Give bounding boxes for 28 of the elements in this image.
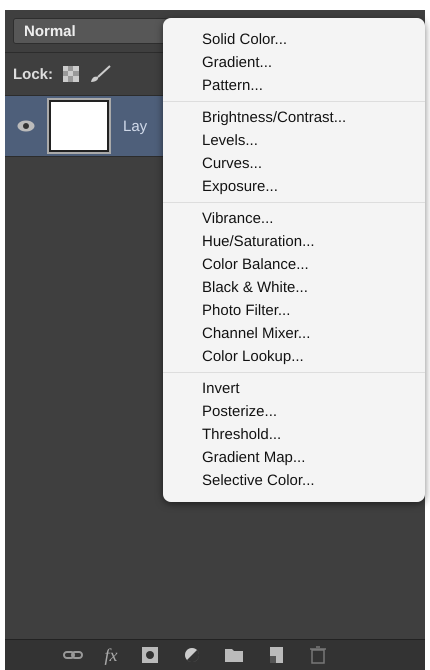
checkerboard-icon[interactable] [63,66,80,82]
fx-button[interactable]: fx [104,644,118,666]
menu-item[interactable]: Selective Color... [163,469,425,492]
eye-icon[interactable] [17,120,35,132]
lock-label: Lock: [13,66,54,82]
menu-item[interactable]: Black & White... [163,276,425,299]
menu-item[interactable]: Levels... [163,129,425,152]
menu-item[interactable]: Pattern... [163,74,425,97]
menu-item[interactable]: Posterize... [163,400,425,423]
menu-item[interactable]: Channel Mixer... [163,322,425,345]
menu-item[interactable]: Invert [163,377,425,400]
folder-icon[interactable] [224,646,244,664]
layer-thumbnail [49,100,109,152]
menu-item[interactable]: Brightness/Contrast... [163,106,425,129]
menu-item[interactable]: Color Lookup... [163,345,425,368]
menu-item[interactable]: Threshold... [163,423,425,446]
menu-item[interactable]: Hue/Saturation... [163,230,425,253]
mask-icon[interactable] [140,646,160,664]
menu-item[interactable]: Gradient Map... [163,446,425,469]
trash-icon[interactable] [308,646,328,664]
layer-name: Lay [123,118,148,134]
menu-item[interactable]: Vibrance... [163,207,425,230]
brush-icon[interactable] [89,65,112,83]
menu-item[interactable]: Gradient... [163,51,425,74]
menu-item[interactable]: Photo Filter... [163,299,425,322]
menu-item[interactable]: Curves... [163,152,425,175]
menu-item[interactable]: Color Balance... [163,253,425,276]
menu-item[interactable]: Exposure... [163,175,425,198]
